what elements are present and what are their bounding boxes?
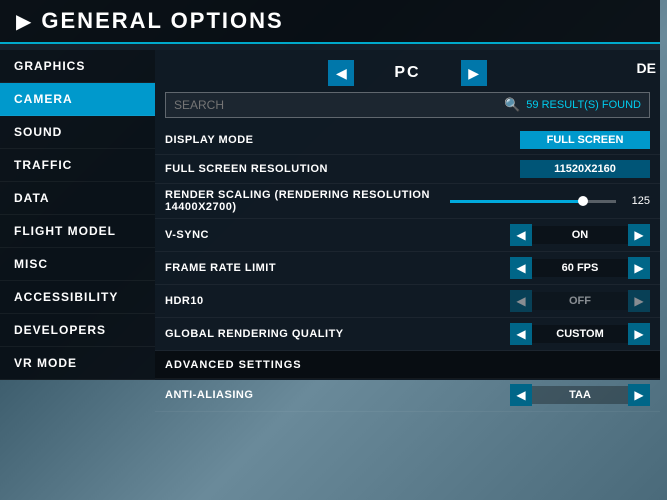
global-rendering-label: GLOBAL RENDERING QUALITY bbox=[165, 328, 510, 340]
vsync-value: ON bbox=[532, 226, 628, 244]
resolution-row: FULL SCREEN RESOLUTION 11520X2160 bbox=[155, 155, 660, 184]
settings-list: DISPLAY MODE FULL SCREEN FULL SCREEN RES… bbox=[155, 126, 660, 416]
sidebar-item-flight-model[interactable]: FLIGHT MODEL bbox=[0, 215, 155, 248]
resolution-label: FULL SCREEN RESOLUTION bbox=[165, 163, 520, 175]
vsync-prev-button[interactable]: ◀ bbox=[510, 224, 532, 246]
frame-rate-next-button[interactable]: ▶ bbox=[628, 257, 650, 279]
resolution-value[interactable]: 11520X2160 bbox=[520, 160, 650, 178]
sidebar-item-misc[interactable]: MISC bbox=[0, 248, 155, 281]
search-bar: 🔍 59 RESULT(S) FOUND bbox=[165, 92, 650, 118]
hdr10-value: OFF bbox=[532, 292, 628, 310]
advanced-settings-header: ADVANCED SETTINGS bbox=[155, 351, 660, 379]
global-rendering-next-button[interactable]: ▶ bbox=[628, 323, 650, 345]
hdr10-label: HDR10 bbox=[165, 295, 510, 307]
options-panel: ▶ GENERAL OPTIONS GRAPHICS CAMERA SOUND … bbox=[0, 0, 660, 380]
sidebar-item-data[interactable]: DATA bbox=[0, 182, 155, 215]
vsync-row: V-SYNC ◀ ON ▶ bbox=[155, 219, 660, 252]
vsync-next-button[interactable]: ▶ bbox=[628, 224, 650, 246]
sidebar-item-graphics[interactable]: GRAPHICS bbox=[0, 50, 155, 83]
frame-rate-prev-button[interactable]: ◀ bbox=[510, 257, 532, 279]
de-label: DE bbox=[633, 60, 660, 76]
sidebar-item-traffic[interactable]: TRAFFIC bbox=[0, 149, 155, 182]
terrain-lod-row: TERRAIN LEVEL OF DETAIL 100 bbox=[155, 412, 660, 416]
frame-rate-row: FRAME RATE LIMIT ◀ 60 FPS ▶ bbox=[155, 252, 660, 285]
frame-rate-label: FRAME RATE LIMIT bbox=[165, 262, 510, 274]
slider-track bbox=[450, 200, 616, 203]
frame-rate-control: ◀ 60 FPS ▶ bbox=[510, 257, 650, 279]
anti-aliasing-control: ◀ TAA ▶ bbox=[510, 384, 650, 406]
display-mode-value[interactable]: FULL SCREEN bbox=[520, 131, 650, 149]
hdr10-prev-button[interactable]: ◀ bbox=[510, 290, 532, 312]
render-scaling-label: RENDER SCALING (RENDERING RESOLUTION 144… bbox=[165, 189, 450, 213]
global-rendering-control: ◀ CUSTOM ▶ bbox=[510, 323, 650, 345]
global-rendering-row: GLOBAL RENDERING QUALITY ◀ CUSTOM ▶ bbox=[155, 318, 660, 351]
vsync-control: ◀ ON ▶ bbox=[510, 224, 650, 246]
anti-aliasing-value: TAA bbox=[532, 386, 628, 404]
platform-header: ◀ PC ▶ DE bbox=[155, 50, 660, 92]
page-title: GENERAL OPTIONS bbox=[41, 8, 283, 34]
slider-thumb[interactable] bbox=[578, 196, 588, 206]
search-input[interactable] bbox=[166, 93, 498, 117]
display-mode-label: DISPLAY MODE bbox=[165, 134, 520, 146]
hdr10-row: HDR10 ◀ OFF ▶ bbox=[155, 285, 660, 318]
anti-aliasing-label: ANTI-ALIASING bbox=[165, 389, 510, 401]
slider-fill bbox=[450, 200, 583, 203]
global-rendering-value: CUSTOM bbox=[532, 325, 628, 343]
search-icon: 🔍 bbox=[498, 97, 526, 113]
sidebar-item-sound[interactable]: SOUND bbox=[0, 116, 155, 149]
vsync-label: V-SYNC bbox=[165, 229, 510, 241]
title-bar: ▶ GENERAL OPTIONS bbox=[0, 0, 660, 44]
display-mode-row: DISPLAY MODE FULL SCREEN bbox=[155, 126, 660, 155]
render-scaling-row: RENDER SCALING (RENDERING RESOLUTION 144… bbox=[155, 184, 660, 219]
hdr10-next-button[interactable]: ▶ bbox=[628, 290, 650, 312]
search-results-count: 59 RESULT(S) FOUND bbox=[526, 99, 649, 111]
title-icon: ▶ bbox=[16, 9, 31, 34]
render-scaling-value: 125 bbox=[622, 195, 650, 207]
anti-aliasing-next-button[interactable]: ▶ bbox=[628, 384, 650, 406]
sidebar-item-vr-mode[interactable]: VR MODE bbox=[0, 347, 155, 380]
platform-title: PC bbox=[394, 64, 420, 82]
advanced-settings-label: ADVANCED SETTINGS bbox=[165, 359, 650, 371]
next-platform-button[interactable]: ▶ bbox=[461, 60, 487, 86]
sidebar-item-developers[interactable]: DEVELOPERS bbox=[0, 314, 155, 347]
global-rendering-prev-button[interactable]: ◀ bbox=[510, 323, 532, 345]
hdr10-control: ◀ OFF ▶ bbox=[510, 290, 650, 312]
anti-aliasing-row: ANTI-ALIASING ◀ TAA ▶ bbox=[155, 379, 660, 412]
prev-platform-button[interactable]: ◀ bbox=[328, 60, 354, 86]
frame-rate-value: 60 FPS bbox=[532, 259, 628, 277]
sidebar: GRAPHICS CAMERA SOUND TRAFFIC DATA FLIGH… bbox=[0, 50, 155, 380]
render-scaling-slider[interactable]: 125 bbox=[450, 195, 650, 207]
anti-aliasing-prev-button[interactable]: ◀ bbox=[510, 384, 532, 406]
content-area: ◀ PC ▶ DE 🔍 59 RESULT(S) FOUND DISPLAY M… bbox=[155, 50, 660, 380]
sidebar-item-camera[interactable]: CAMERA bbox=[0, 83, 155, 116]
sidebar-item-accessibility[interactable]: ACCESSIBILITY bbox=[0, 281, 155, 314]
